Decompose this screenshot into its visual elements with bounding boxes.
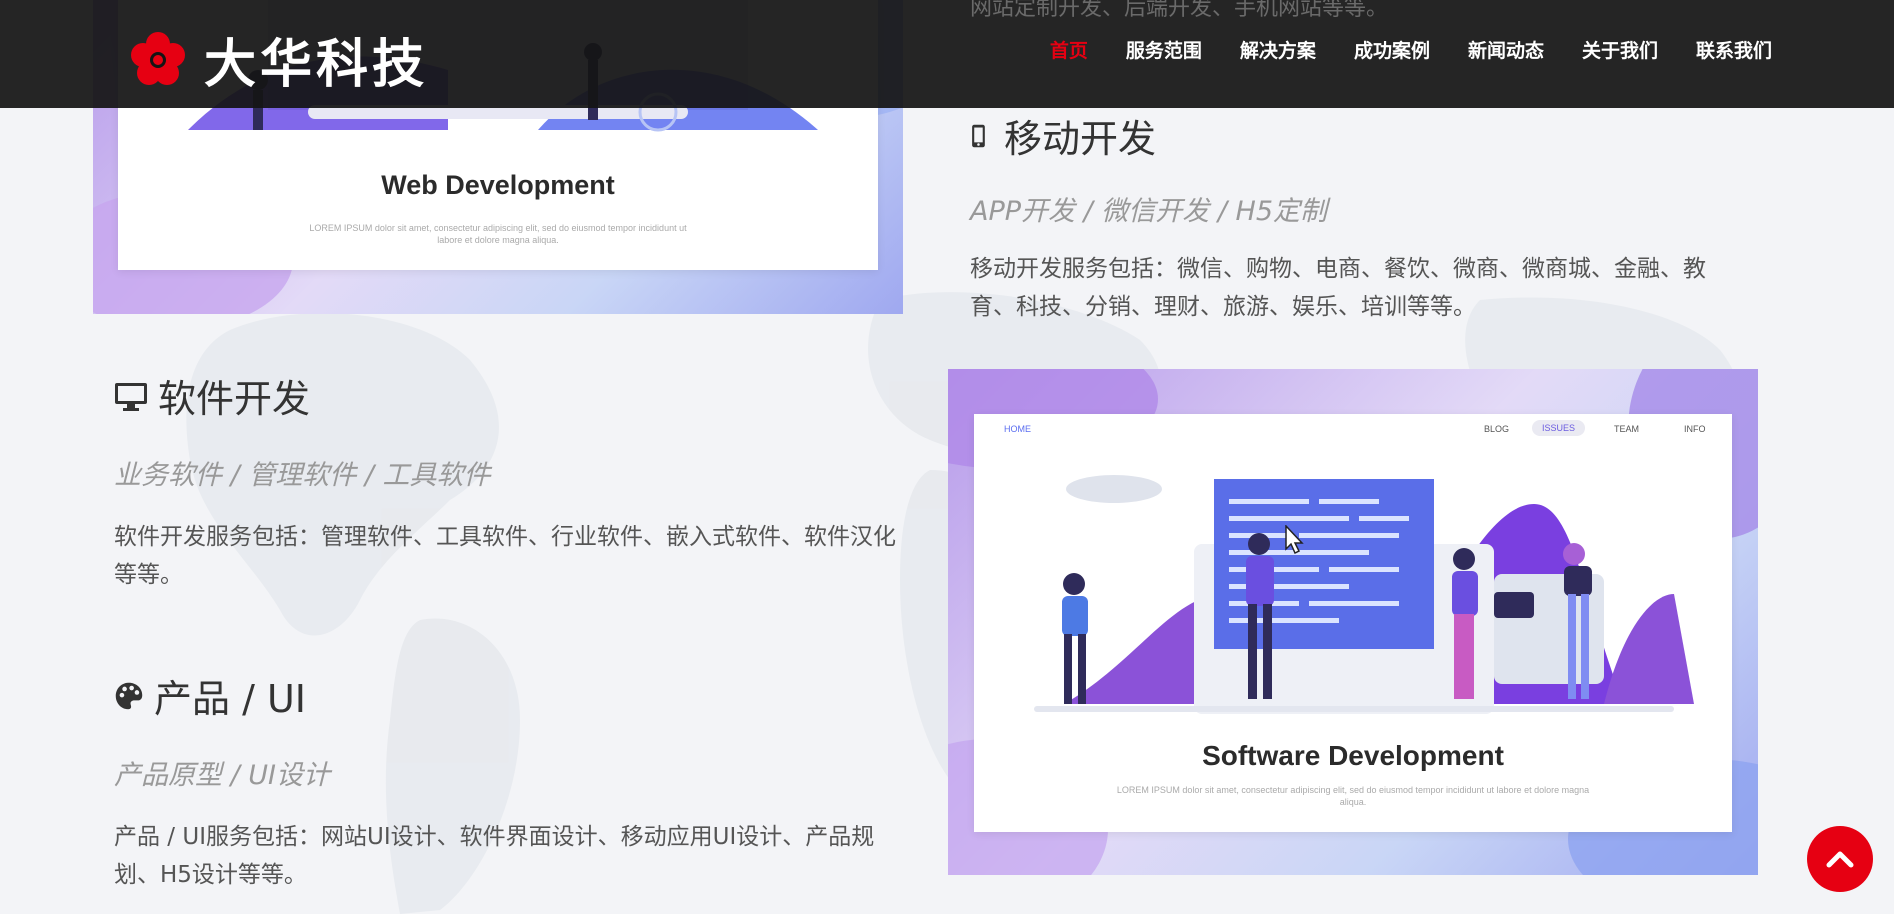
desktop-icon <box>115 382 147 411</box>
nav-item-services[interactable]: 服务范围 <box>1126 36 1202 63</box>
software-card-nav-blog: BLOG <box>1484 424 1510 434</box>
chevron-up-icon <box>1826 851 1854 868</box>
software-illustration <box>1034 475 1694 714</box>
logo-text: 大华科技 <box>204 35 429 95</box>
software-card-nav-home: HOME <box>1004 424 1031 434</box>
software-title-text: 软件开发 <box>158 377 311 421</box>
mobile-description: 移动开发服务包括：微信、购物、电商、餐饮、微商、微商城、金融、教育、科技、分销、… <box>970 256 1706 320</box>
software-card-nav-info: INFO <box>1684 424 1706 434</box>
nav-item-cases[interactable]: 成功案例 <box>1354 36 1430 63</box>
software-card-lorem: LOREM IPSUM dolor sit amet, consectetur … <box>1116 785 1590 807</box>
web-card-lorem: LOREM IPSUM dolor sit amet, consectetur … <box>309 223 687 245</box>
back-to-top-button[interactable] <box>1807 826 1873 892</box>
ui-section: 产品 / UI 产品原型 / UI设计 产品 / UI服务包括：网站UI设计、软… <box>114 668 914 894</box>
web-card-title: Web Development <box>381 170 615 200</box>
mobile-section: 移动开发 APP开发 / 微信开发 / H5定制 移动开发服务包括：微信、购物、… <box>970 108 1750 326</box>
main-nav: 首页 服务范围 解决方案 成功案例 新闻动态 关于我们 联系我们 <box>1012 36 1772 63</box>
software-card-title: Software Development <box>1202 740 1504 771</box>
software-description: 软件开发服务包括：管理软件、工具软件、行业软件、嵌入式软件、软件汉化等等。 <box>114 524 896 588</box>
nav-item-news[interactable]: 新闻动态 <box>1468 36 1544 63</box>
nav-item-home[interactable]: 首页 <box>1050 36 1088 63</box>
software-title: 软件开发 <box>114 368 914 423</box>
mobile-title: 移动开发 <box>970 108 1750 163</box>
mobile-icon <box>972 124 985 147</box>
software-development-image: HOME BLOG ISSUES TEAM INFO Software Deve… <box>948 369 1758 875</box>
partial-text-behind-header: 网站定制开发、后端开发、手机网站等等。 <box>970 0 1389 20</box>
palette-icon <box>115 682 143 709</box>
nav-item-about[interactable]: 关于我们 <box>1582 36 1658 63</box>
software-subtitle: 业务软件 / 管理软件 / 工具软件 <box>114 460 491 491</box>
nav-item-solutions[interactable]: 解决方案 <box>1240 36 1316 63</box>
software-section: 软件开发 业务软件 / 管理软件 / 工具软件 软件开发服务包括：管理软件、工具… <box>114 368 914 594</box>
software-card-nav-team: TEAM <box>1614 424 1640 434</box>
ui-subtitle: 产品原型 / UI设计 <box>114 760 330 791</box>
site-header: 大华科技 首页 服务范围 解决方案 成功案例 新闻动态 关于我们 联系我们 <box>0 0 1894 108</box>
nav-item-contact[interactable]: 联系我们 <box>1696 36 1772 63</box>
site-logo[interactable]: 大华科技 <box>130 22 428 97</box>
ui-title-text: 产品 / UI <box>154 677 306 721</box>
mouse-cursor-icon <box>1285 525 1304 555</box>
software-card-nav-issues: ISSUES <box>1532 420 1586 436</box>
ui-title: 产品 / UI <box>114 668 914 723</box>
mobile-subtitle: APP开发 / 微信开发 / H5定制 <box>970 196 1328 227</box>
flower-logo-icon <box>131 31 185 85</box>
mobile-title-text: 移动开发 <box>1004 117 1157 161</box>
ui-description: 产品 / UI服务包括：网站UI设计、软件界面设计、移动应用UI设计、产品规划、… <box>114 824 875 888</box>
